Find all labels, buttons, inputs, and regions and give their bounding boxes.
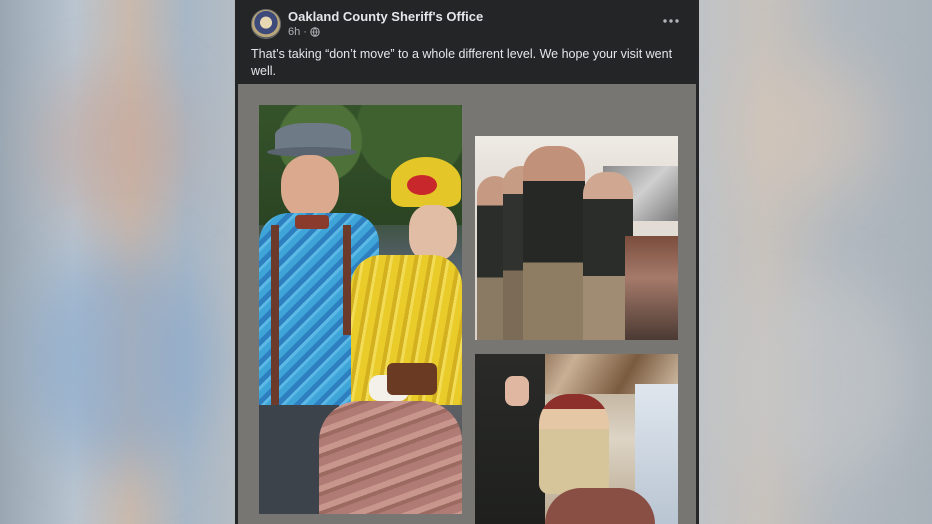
background-blur (740, 60, 880, 200)
photo-deputy-thumbs-up[interactable] (475, 354, 678, 524)
post-media-collage (238, 84, 696, 524)
photo-living-statues[interactable] (259, 105, 462, 514)
man-suspender (343, 225, 351, 335)
hat-rose (407, 175, 437, 195)
meta-separator: · (303, 26, 307, 38)
seated-statue (539, 394, 609, 494)
background-blur (40, 70, 190, 220)
statue-skirt (545, 488, 655, 524)
man-suspender (271, 225, 279, 405)
facebook-post: Oakland County Sheriff's Office 6h · Tha… (235, 0, 699, 524)
more-options-icon[interactable] (661, 13, 681, 29)
post-meta: 6h · (288, 26, 320, 38)
man-bowtie (295, 215, 329, 229)
seated-person (625, 236, 678, 340)
post-author[interactable]: Oakland County Sheriff's Office (288, 9, 483, 24)
globe-icon[interactable] (310, 27, 320, 37)
woman-face (409, 205, 457, 261)
post-time[interactable]: 6h (288, 26, 300, 38)
man-face (281, 155, 339, 219)
photo-deputies-group[interactable] (475, 136, 678, 340)
post-caption: That’s taking “don’t move” to a whole di… (251, 47, 673, 78)
background-blur (30, 250, 210, 470)
deputy (523, 146, 585, 340)
background-blur (720, 280, 910, 480)
thumbs-up-hand (505, 376, 529, 406)
purse (387, 363, 437, 395)
post-header: Oakland County Sheriff's Office 6h · (235, 0, 699, 44)
page-avatar[interactable] (251, 9, 281, 39)
woman-skirt (319, 401, 462, 514)
